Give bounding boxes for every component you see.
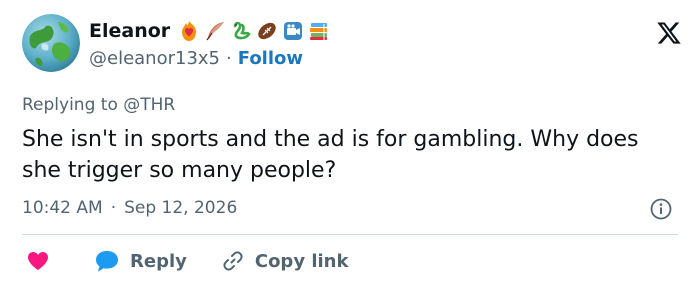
copy-link-button[interactable]: Copy link	[187, 249, 349, 273]
reply-button[interactable]: Reply	[50, 249, 187, 273]
tweet-header: Eleanor @eleanor13x5 · Follow	[22, 14, 682, 84]
tweet-actions: Reply Copy link	[22, 248, 348, 274]
reply-label: Reply	[130, 250, 187, 272]
tweet-time: 10:42 AM	[22, 198, 103, 218]
tweet-timestamp[interactable]: 10:42 AM · Sep 12, 2026	[22, 198, 237, 218]
tweet-text: She isn't in sports and the ad is for ga…	[22, 127, 639, 183]
info-icon[interactable]	[650, 198, 672, 220]
separator-dot: ·	[226, 48, 232, 69]
user-names: Eleanor @eleanor13x5 · Follow	[89, 18, 330, 69]
separator-dot: ·	[110, 198, 117, 218]
avatar[interactable]	[22, 14, 80, 72]
copy-link-label: Copy link	[254, 250, 349, 272]
football-icon	[256, 20, 278, 42]
divider	[22, 234, 678, 235]
user-handle[interactable]: @eleanor13x5	[89, 48, 220, 69]
feather-icon	[204, 20, 226, 42]
heart-on-fire-icon	[178, 20, 200, 42]
replying-to-mention[interactable]: @THR	[123, 95, 175, 115]
reply-bubble-icon	[96, 251, 118, 272]
link-icon	[223, 251, 243, 271]
camera-icon	[282, 20, 304, 42]
replying-to: Replying to @THR	[22, 95, 175, 115]
like-button[interactable]	[22, 249, 50, 273]
heart-icon	[28, 252, 48, 270]
books-icon	[308, 20, 330, 42]
follow-button[interactable]: Follow	[238, 48, 303, 69]
name-emojis	[178, 20, 330, 42]
x-logo-icon[interactable]	[656, 20, 682, 46]
tweet-date: Sep 12, 2026	[124, 198, 238, 218]
replying-prefix: Replying to	[22, 95, 118, 115]
swan-icon	[230, 20, 252, 42]
display-name[interactable]: Eleanor	[89, 20, 170, 42]
